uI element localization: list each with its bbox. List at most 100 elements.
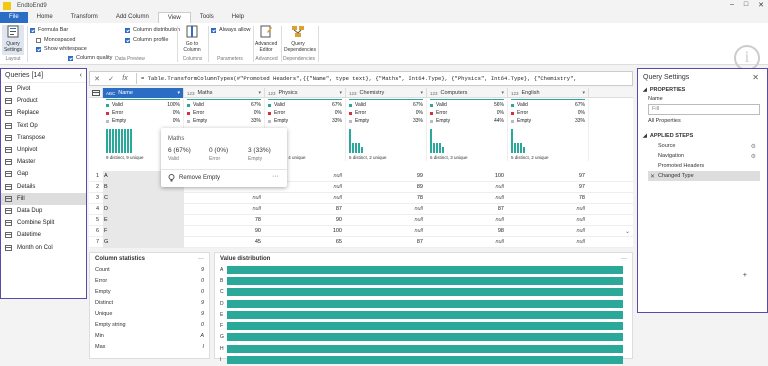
query-item[interactable]: Text Op bbox=[1, 120, 86, 132]
filter-dropdown-icon[interactable]: ▾ bbox=[258, 90, 261, 96]
table-cell[interactable]: 65 bbox=[265, 237, 346, 248]
applied-steps-section[interactable]: ◢ APPLIED STEPS bbox=[638, 131, 767, 141]
query-item[interactable]: Month on Col bbox=[1, 241, 86, 253]
tab-help[interactable]: Help bbox=[223, 12, 253, 23]
query-name-input[interactable]: Fill bbox=[648, 104, 760, 115]
type-icon[interactable]: 123 bbox=[268, 91, 276, 96]
table-cell[interactable]: 87 bbox=[346, 237, 427, 248]
table-cell[interactable]: null bbox=[184, 204, 265, 215]
name-cell[interactable]: B bbox=[104, 182, 108, 193]
name-cell[interactable]: E bbox=[104, 215, 108, 226]
distribution-bar[interactable] bbox=[227, 265, 623, 274]
table-cell[interactable]: 90 bbox=[265, 215, 346, 226]
type-icon[interactable]: ABC bbox=[106, 91, 115, 96]
tab-file[interactable]: File bbox=[0, 12, 28, 23]
query-item[interactable]: Transpose bbox=[1, 132, 86, 144]
tab-view[interactable]: View bbox=[157, 12, 191, 23]
go-to-column-button[interactable]: Go to Column bbox=[181, 25, 203, 53]
table-cell[interactable]: 100 bbox=[265, 226, 346, 237]
maximize-button[interactable]: □ bbox=[744, 1, 748, 9]
distribution-bar[interactable] bbox=[227, 322, 623, 331]
all-properties-link[interactable]: All Properties bbox=[638, 115, 767, 127]
table-menu-icon[interactable] bbox=[89, 88, 103, 98]
add-step-icon[interactable]: + bbox=[743, 272, 747, 279]
collapse-queries-icon[interactable]: ‹ bbox=[80, 72, 82, 79]
monospaced-checkbox[interactable]: Monospaced bbox=[36, 37, 76, 43]
distribution-bar[interactable] bbox=[227, 344, 623, 353]
gear-icon[interactable]: ⚙ bbox=[751, 143, 756, 150]
confirm-formula-icon[interactable]: ✓ bbox=[104, 75, 118, 83]
query-item[interactable]: Datetime bbox=[1, 229, 86, 241]
type-icon[interactable]: 123 bbox=[187, 91, 195, 96]
table-cell[interactable]: null bbox=[346, 215, 427, 226]
column-header-chemistry[interactable]: 123 Chemistry ▾ bbox=[346, 88, 427, 98]
name-cell[interactable]: F bbox=[104, 226, 107, 237]
applied-step[interactable]: ✕ Changed Type bbox=[648, 171, 760, 181]
table-cell[interactable]: 89 bbox=[346, 182, 427, 193]
column-header-physics[interactable]: 123 Physics ▾ bbox=[265, 88, 346, 98]
properties-section[interactable]: ◢ PROPERTIES bbox=[638, 85, 767, 95]
fx-icon[interactable]: fx bbox=[118, 75, 132, 82]
name-cell[interactable]: C bbox=[104, 193, 108, 204]
table-cell[interactable]: 78 bbox=[508, 193, 589, 204]
name-cell[interactable]: G bbox=[104, 237, 108, 248]
tab-add-column[interactable]: Add Column bbox=[107, 12, 158, 23]
type-icon[interactable]: 123 bbox=[349, 91, 357, 96]
distribution-bar[interactable] bbox=[227, 276, 623, 285]
close-query-settings-icon[interactable]: ✕ bbox=[752, 73, 759, 82]
column-statistics-more-icon[interactable]: ··· bbox=[198, 256, 204, 262]
distribution-bar[interactable] bbox=[227, 288, 623, 297]
table-cell[interactable]: 98 bbox=[427, 226, 508, 237]
table-cell[interactable]: 90 bbox=[184, 226, 265, 237]
query-dependencies-button[interactable]: Query Dependencies bbox=[284, 25, 316, 53]
query-settings-button[interactable]: Query Settings bbox=[2, 25, 24, 55]
tooltip-more-icon[interactable]: ··· bbox=[272, 173, 279, 180]
tab-transform[interactable]: Transform bbox=[62, 12, 107, 23]
column-distribution-checkbox[interactable]: Column distribution bbox=[125, 27, 180, 33]
table-cell[interactable]: null bbox=[346, 226, 427, 237]
close-button[interactable]: ✕ bbox=[758, 1, 764, 9]
query-item[interactable]: Gap bbox=[1, 168, 86, 180]
query-item[interactable]: Master bbox=[1, 156, 86, 168]
name-cell[interactable]: A bbox=[104, 171, 108, 182]
table-cell[interactable]: 100 bbox=[427, 171, 508, 182]
table-cell[interactable]: null bbox=[508, 226, 589, 237]
column-header-computers[interactable]: 123 Computers ▾ bbox=[427, 88, 508, 98]
query-item[interactable]: Data Dup bbox=[1, 205, 86, 217]
table-cell[interactable]: null bbox=[508, 237, 589, 248]
query-item[interactable]: Details bbox=[1, 181, 86, 193]
table-cell[interactable]: 97 bbox=[508, 182, 589, 193]
distribution-bar[interactable] bbox=[227, 356, 623, 365]
formula-bar-checkbox[interactable]: Formula Bar bbox=[30, 27, 68, 33]
distribution-bar[interactable] bbox=[227, 310, 623, 319]
query-item[interactable]: Replace bbox=[1, 107, 86, 119]
query-item[interactable]: Unpivot bbox=[1, 144, 86, 156]
table-cell[interactable]: 97 bbox=[508, 171, 589, 182]
gear-icon[interactable]: ⚙ bbox=[751, 153, 756, 160]
column-header-maths[interactable]: 123 Maths ▾ bbox=[184, 88, 265, 98]
name-cell[interactable]: D bbox=[104, 204, 108, 215]
distribution-bar[interactable] bbox=[227, 333, 623, 342]
query-item[interactable]: Fill bbox=[1, 192, 86, 205]
query-item[interactable]: Pivot bbox=[1, 83, 86, 95]
column-header-name[interactable]: ABC Name ▾ bbox=[103, 88, 184, 98]
table-cell[interactable]: null bbox=[508, 215, 589, 226]
table-cell[interactable]: 45 bbox=[184, 237, 265, 248]
delete-step-icon[interactable]: ✕ bbox=[650, 173, 655, 180]
minimize-button[interactable]: – bbox=[730, 1, 734, 9]
table-cell[interactable]: null bbox=[427, 237, 508, 248]
table-cell[interactable]: 78 bbox=[184, 215, 265, 226]
table-cell[interactable]: 87 bbox=[427, 204, 508, 215]
column-header-english[interactable]: 123 English ▾ bbox=[508, 88, 589, 98]
filter-dropdown-icon[interactable]: ▾ bbox=[339, 90, 342, 96]
filter-dropdown-icon[interactable]: ▾ bbox=[501, 90, 504, 96]
table-cell[interactable]: null bbox=[508, 204, 589, 215]
remove-empty-action[interactable]: Remove Empty bbox=[168, 174, 220, 182]
tab-home[interactable]: Home bbox=[28, 12, 62, 23]
filter-dropdown-icon[interactable]: ▾ bbox=[420, 90, 423, 96]
column-profile-checkbox[interactable]: Column profile bbox=[125, 37, 168, 43]
table-cell[interactable]: null bbox=[265, 193, 346, 204]
value-distribution-more-icon[interactable]: ··· bbox=[621, 256, 627, 262]
distribution-bar[interactable] bbox=[227, 299, 623, 308]
table-cell[interactable]: null bbox=[427, 182, 508, 193]
